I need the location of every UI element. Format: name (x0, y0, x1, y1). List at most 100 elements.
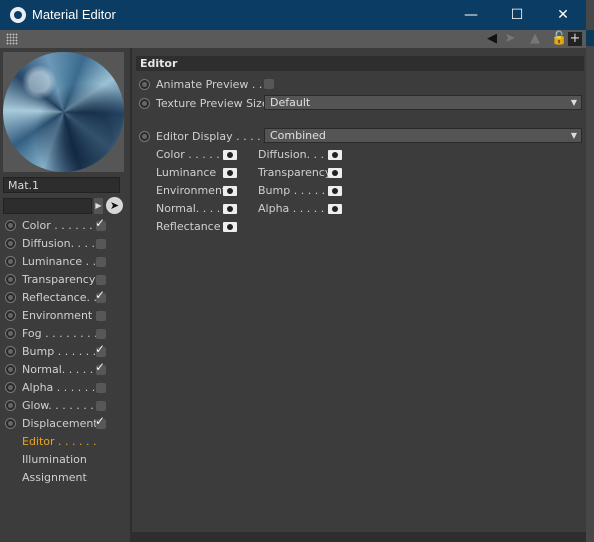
channel-row[interactable]: Environment (0, 307, 130, 325)
eye-icon[interactable] (328, 204, 342, 214)
animate-preview-checkbox[interactable] (264, 79, 274, 89)
channel-search-input[interactable] (3, 198, 92, 214)
new-panel-icon[interactable]: + (568, 32, 582, 46)
channel-radio[interactable] (5, 238, 16, 249)
eye-icon[interactable] (328, 150, 342, 160)
channel-row[interactable]: Normal. . . . . ✓ (0, 360, 130, 379)
channel-row[interactable]: Alpha . . . . . . (0, 379, 130, 397)
channel-label: Displacement (22, 417, 98, 430)
display-channel-label: Transparency (258, 166, 332, 179)
channel-row[interactable]: Luminance . . (0, 253, 130, 271)
channel-label: Reflectance. . (22, 291, 97, 304)
display-channel-label: Reflectance (156, 220, 221, 233)
channel-row[interactable]: Fog . . . . . . . . (0, 325, 130, 343)
channel-radio[interactable] (5, 310, 16, 321)
editor-display-row: Editor Display . . . . . Combined ▼ (139, 128, 585, 144)
channel-radio[interactable] (5, 364, 16, 375)
channel-row[interactable]: Diffusion. . . . (0, 235, 130, 253)
close-button[interactable]: ✕ (540, 0, 586, 30)
editor-display-label: Editor Display . . . . . (156, 130, 268, 143)
channel-radio[interactable] (5, 256, 16, 267)
channel-checkbox[interactable] (96, 257, 106, 267)
grip-icon[interactable] (6, 33, 18, 45)
channel-checkbox[interactable]: ✓ (95, 360, 106, 375)
title-bar[interactable]: Material Editor — ☐ ✕ (0, 0, 586, 30)
preview-sphere (3, 52, 124, 172)
page-label: Assignment (22, 471, 87, 484)
background-window-edge (586, 0, 594, 542)
channel-row[interactable]: Glow. . . . . . . (0, 397, 130, 415)
channel-checkbox[interactable]: ✓ (95, 414, 106, 429)
texture-preview-dropdown[interactable]: Default ▼ (264, 95, 582, 110)
channel-label: Glow. . . . . . . (22, 399, 94, 412)
eye-icon[interactable] (223, 222, 237, 232)
chevron-down-icon: ▼ (570, 98, 577, 107)
texture-preview-row: Texture Preview Size Default ▼ (139, 95, 585, 111)
channel-radio[interactable] (5, 418, 16, 429)
eye-icon[interactable] (223, 204, 237, 214)
back-arrow-icon[interactable]: ◀ (484, 31, 500, 47)
bottom-strip (130, 532, 586, 542)
channel-label: Luminance . . (22, 255, 97, 268)
forward-arrow-icon[interactable]: ➤ (501, 31, 519, 47)
channel-checkbox[interactable] (96, 239, 106, 249)
animate-preview-radio[interactable] (139, 79, 150, 90)
channel-checkbox[interactable] (96, 275, 106, 285)
eye-icon[interactable] (328, 168, 342, 178)
material-sidebar: Mat.1 ▶ ➤ Color . . . . . . ✓ Diffusion. .… (0, 48, 132, 542)
material-preview[interactable] (3, 52, 124, 172)
eye-icon[interactable] (223, 186, 237, 196)
channel-checkbox[interactable]: ✓ (95, 342, 106, 357)
channel-row[interactable]: Displacement ✓ (0, 414, 130, 433)
channel-radio[interactable] (5, 346, 16, 357)
eye-icon[interactable] (223, 168, 237, 178)
channel-label: Diffusion. . . . (22, 237, 96, 250)
lock-icon[interactable]: 🔓 (551, 31, 567, 47)
channel-checkbox[interactable]: ✓ (95, 288, 106, 303)
editor-display-radio[interactable] (139, 131, 150, 142)
maximize-button[interactable]: ☐ (494, 0, 540, 30)
texture-preview-radio[interactable] (139, 98, 150, 109)
channel-checkbox[interactable] (96, 329, 106, 339)
channel-radio[interactable] (5, 220, 16, 231)
minimize-button[interactable]: — (448, 0, 494, 30)
page-item[interactable]: Editor . . . . . . (0, 433, 130, 451)
channel-row[interactable]: Reflectance. . ✓ (0, 288, 130, 307)
display-channel-label: Diffusion. . . . (258, 148, 332, 161)
channel-row[interactable]: Color . . . . . . ✓ (0, 216, 130, 235)
section-header: Editor (136, 56, 584, 71)
eye-icon[interactable] (223, 150, 237, 160)
channel-radio[interactable] (5, 400, 16, 411)
channel-radio[interactable] (5, 292, 16, 303)
display-channel-label: Bump . . . . . . (258, 184, 333, 197)
texture-preview-label: Texture Preview Size (156, 97, 269, 110)
checkmark-icon: ✓ (95, 288, 106, 302)
channel-radio[interactable] (5, 328, 16, 339)
animate-preview-row: Animate Preview . . . (139, 76, 439, 92)
material-editor-window: Material Editor — ☐ ✕ ◀ ➤ ▲ 🔓 + Mat.1 ▶ … (0, 0, 587, 542)
channel-label: Color . . . . . . (22, 219, 93, 232)
page-list: Editor . . . . . . Illumination Assignment (0, 433, 130, 487)
editor-display-dropdown[interactable]: Combined ▼ (264, 128, 582, 143)
channel-checkbox[interactable]: ✓ (95, 216, 106, 231)
channel-radio[interactable] (5, 382, 16, 393)
channel-row[interactable]: Bump . . . . . . ✓ (0, 342, 130, 361)
eye-icon[interactable] (328, 186, 342, 196)
page-item[interactable]: Illumination (0, 451, 130, 469)
display-channel-label: Color . . . . . (156, 148, 220, 161)
up-arrow-icon[interactable]: ▲ (528, 31, 542, 47)
checkmark-icon: ✓ (95, 216, 106, 230)
channel-label: Bump . . . . . . (22, 345, 97, 358)
channel-checkbox[interactable] (96, 311, 106, 321)
channel-checkbox[interactable] (96, 401, 106, 411)
expand-arrow-button[interactable]: ▶ (94, 198, 103, 214)
channel-row[interactable]: Transparency (0, 271, 130, 289)
page-item[interactable]: Assignment (0, 469, 130, 487)
channel-radio[interactable] (5, 274, 16, 285)
texture-preview-value: Default (270, 96, 311, 109)
channel-checkbox[interactable] (96, 383, 106, 393)
pick-cursor-icon[interactable]: ➤ (106, 197, 123, 214)
channel-label: Fog . . . . . . . . (22, 327, 98, 340)
cinema4d-app-icon (10, 7, 26, 23)
material-name-field[interactable]: Mat.1 (3, 177, 120, 193)
